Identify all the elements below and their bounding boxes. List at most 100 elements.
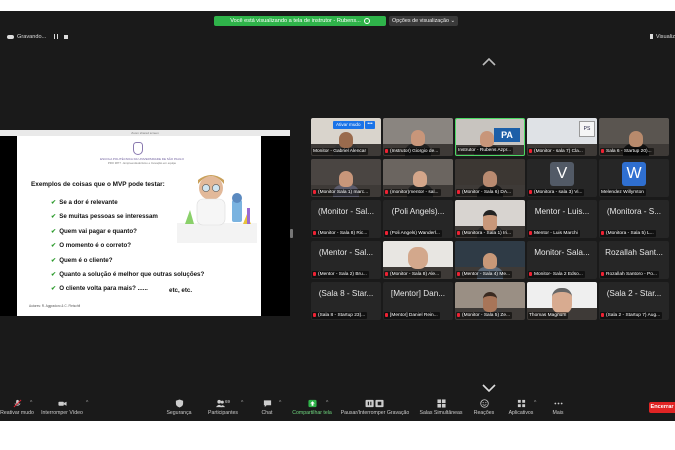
muted-mic-icon [385, 148, 388, 153]
chat-options-caret-icon[interactable]: ^ [279, 400, 281, 406]
chevron-down-icon: ⌄ [450, 18, 455, 24]
participant-tile[interactable]: (Sala 2 - Star... (Sala 2 - Startup 7) A… [599, 282, 669, 320]
participant-name: Melendez Willymton [600, 189, 646, 196]
gallery-scroll-down-icon[interactable] [482, 379, 496, 393]
security-label: Segurança [166, 410, 192, 416]
participant-tile[interactable]: (Instrutor) Giorgio de... [383, 118, 453, 156]
participant-tile[interactable]: (Monitor - Sala 6) DA... [455, 159, 525, 197]
slide-bullet: ✔ Quem é o cliente? [51, 254, 204, 268]
participant-name-text: Melendez Willymton [601, 190, 644, 195]
top-bar: Você está visualizando a tela de instrut… [0, 11, 675, 29]
more-options-button[interactable]: ••• [365, 121, 375, 129]
participant-face [413, 171, 427, 187]
view-button[interactable]: Visualiz [649, 32, 675, 42]
participant-name-text: (Mentor - Sala 2) Bru... [318, 272, 367, 277]
split-resize-handle[interactable] [290, 229, 293, 238]
participants-button[interactable]: 69 Participantes [203, 395, 243, 421]
participant-name: Mentor - Luis Marchi [528, 230, 580, 237]
participant-tile[interactable]: V (Monitora - sala 3) Vi... [527, 159, 597, 197]
grid-view-icon [649, 34, 653, 40]
sharing-banner-text: Você está visualizando a tela de instrut… [230, 18, 361, 24]
participant-name: Thomas Magnum [528, 312, 569, 319]
participant-name: Sala 6 - Startup 20)... [600, 148, 654, 155]
presentation-slide: ESCOLA POLITÉCNICA DA UNIVERSIDADE DE SÃ… [17, 136, 261, 316]
participant-face [483, 292, 497, 312]
participant-tile[interactable]: PS (Monitor - sala 7) Cla... [527, 118, 597, 156]
chat-button[interactable]: Chat [256, 395, 278, 421]
participant-tile[interactable]: (Monitora - Sala 1) Iri... [455, 200, 525, 238]
end-meeting-button[interactable]: Encerrar [649, 402, 675, 413]
participant-face [411, 130, 425, 146]
muted-mic-icon [313, 189, 316, 194]
participant-face [480, 131, 494, 147]
participant-tile[interactable]: (Mentor - Sal... (Mentor - Sala 2) Bru..… [311, 241, 381, 279]
zoom-window: Você está visualizando a tela de instrut… [0, 11, 675, 421]
sharing-banner: Você está visualizando a tela de instrut… [214, 16, 386, 26]
participant-name: (Monitor - Sala 5) Ze... [456, 312, 512, 319]
participant-tile[interactable]: (Mentor - Sala 4) Me... [455, 241, 525, 279]
share-options-caret-icon[interactable]: ^ [326, 400, 328, 406]
pause-recording-icon[interactable] [54, 34, 59, 40]
participant-name-text: Rozallah Santoro - Po... [606, 272, 657, 277]
view-options-button[interactable]: Opções de visualização ⌄ [389, 16, 458, 26]
pause-stop-recording-button[interactable]: Pausar/Interromper Gravação [338, 395, 412, 421]
muted-mic-icon [457, 312, 460, 317]
participant-name-text: (monitor)mentor - sal... [390, 190, 439, 195]
participant-tile[interactable]: (Monitor - Sala 5) Ze... [455, 282, 525, 320]
share-screen-button[interactable]: Compartilhar tela [290, 395, 334, 421]
muted-mic-icon [529, 148, 532, 153]
participant-name: (Monitor Sala 1) marc... [312, 189, 371, 196]
stop-video-button[interactable]: Interromper Vídeo [38, 395, 86, 421]
participant-tile[interactable]: Sala 6 - Startup 20)... [599, 118, 669, 156]
participant-face [629, 131, 643, 147]
participant-tile[interactable]: (Monitor Sala 1) marc... [311, 159, 381, 197]
participant-tile[interactable]: (Sala 8 - Star... (Sala 8 - Startup 23).… [311, 282, 381, 320]
participant-name-text: (Monitora - Sala 5) L... [606, 231, 654, 236]
letterbox-left [0, 136, 17, 316]
video-options-caret-icon[interactable]: ^ [86, 400, 88, 406]
participant-tile[interactable]: (Monitor - Sala 8) Ale... [383, 241, 453, 279]
apps-options-caret-icon[interactable]: ^ [534, 400, 536, 406]
check-icon: ✔ [51, 199, 57, 206]
check-icon: ✔ [51, 285, 57, 293]
participant-display-name: Mentor - Luis... [534, 207, 590, 216]
participant-tile[interactable]: Mentor - Luis... Mentor - Luis Marchi [527, 200, 597, 238]
check-icon: ✔ [51, 213, 57, 221]
participant-name-text: (Monitor - Sala 8) Ric... [318, 231, 368, 236]
participant-name: Monitor - Gabriel Alencar [312, 148, 369, 155]
share-screen-label: Compartilhar tela [292, 410, 332, 416]
breakout-rooms-button[interactable]: Salas Simultâneas [418, 395, 464, 421]
apps-button[interactable]: Aplicativos [506, 395, 536, 421]
participant-tile[interactable]: (monitor)mentor - sal... [383, 159, 453, 197]
participant-tile[interactable]: Monitor- Sala... Monitor- Sala 2 Edso... [527, 241, 597, 279]
unmute-audio-label: Reativar mudo [0, 410, 34, 416]
participant-tile[interactable]: (Poli Angels)... (Poli Angels) Wanderl..… [383, 200, 453, 238]
participant-tile[interactable]: Rozallah Sant... Rozallah Santoro - Po..… [599, 241, 669, 279]
reactions-button[interactable]: Reações [472, 395, 496, 421]
participant-tile[interactable]: [Mentor] Dan... [Mentor] Daniel Rein... [383, 282, 453, 320]
participant-tile[interactable]: (Monitor - Sal... (Monitor - Sala 8) Ric… [311, 200, 381, 238]
muted-mic-icon [385, 271, 388, 276]
participant-tile[interactable]: Thomas Magnum [527, 282, 597, 320]
apps-label: Aplicativos [508, 410, 534, 416]
logo-icon: PS [579, 121, 595, 137]
participant-face [483, 210, 497, 231]
slide-bullet-text: O cliente volta para mais? ...... [59, 285, 148, 293]
muted-mic-icon [457, 271, 460, 276]
recording-controls-label: Pausar/Interromper Gravação [340, 410, 410, 416]
participant-tile-active-speaker[interactable]: PA Instrutor - Rubens Azpr... [455, 118, 525, 156]
participant-name-text: (Instrutor) Giorgio de... [390, 149, 439, 154]
participant-tile[interactable]: (Monitora - S... (Monitora - Sala 5) L..… [599, 200, 669, 238]
unmute-button[interactable]: Ativar mudo [333, 121, 364, 129]
participant-name-text: (Monitora - sala 3) Vi... [534, 190, 583, 195]
unmute-audio-button[interactable]: Reativar mudo [0, 395, 34, 421]
slide-bullet-text: O momento é o correto? [59, 242, 132, 250]
security-button[interactable]: Segurança [162, 395, 196, 421]
stop-recording-icon[interactable] [64, 34, 69, 39]
participant-tile[interactable]: W Melendez Willymton [599, 159, 669, 197]
audio-options-caret-icon[interactable]: ^ [30, 400, 32, 406]
participant-tile[interactable]: Ativar mudo ••• Monitor - Gabriel Alenca… [311, 118, 381, 156]
more-button[interactable]: Mais [548, 395, 568, 421]
participants-options-caret-icon[interactable]: ^ [241, 400, 243, 406]
gallery-scroll-up-icon[interactable] [482, 53, 496, 66]
